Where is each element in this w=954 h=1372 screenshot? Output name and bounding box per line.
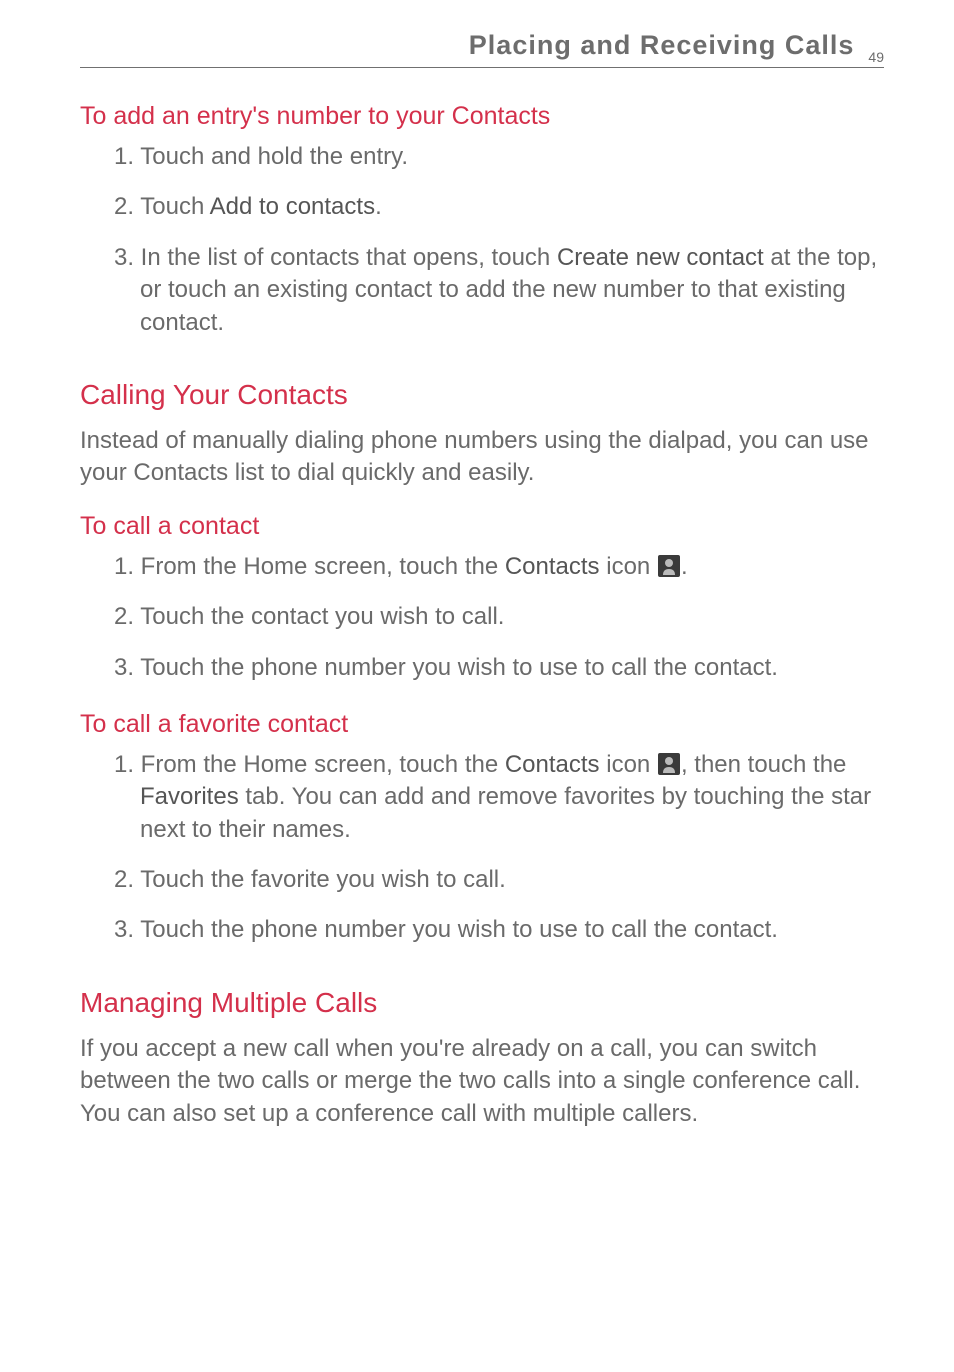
page-content: Placing and Receiving Calls 49 To add an… [0,0,954,1212]
bold-favorites: Favorites [140,783,239,810]
add-entry-step-2: 2. Touch Add to contacts. [80,191,884,223]
add-entry-step-3: 3. In the list of contacts that opens, t… [80,242,884,339]
page-header: Placing and Receiving Calls 49 [80,30,884,68]
to-call-step-2: 2. Touch the contact you wish to call. [80,601,884,633]
bold-add-to-contacts: Add to contacts [210,193,375,220]
section-heading-managing-calls: Managing Multiple Calls [80,987,884,1019]
page-number: 49 [868,49,884,65]
header-title: Placing and Receiving Calls [469,30,855,61]
bold-create-new-contact: Create new contact [557,244,764,271]
contacts-icon [658,555,680,577]
to-call-fav-step-2: 2. Touch the favorite you wish to call. [80,864,884,896]
bold-contacts-2: Contacts [505,751,600,778]
bold-contacts-1: Contacts [505,553,600,580]
contacts-icon [658,753,680,775]
to-call-step-3: 3. Touch the phone number you wish to us… [80,652,884,684]
sub-heading-add-entry: To add an entry's number to your Contact… [80,102,884,131]
managing-calls-intro: If you accept a new call when you're alr… [80,1033,884,1130]
sub-heading-to-call-contact: To call a contact [80,512,884,541]
section-heading-calling-contacts: Calling Your Contacts [80,379,884,411]
sub-heading-to-call-favorite: To call a favorite contact [80,710,884,739]
calling-contacts-intro: Instead of manually dialing phone number… [80,425,884,490]
to-call-step-1: 1. From the Home screen, touch the Conta… [80,551,884,583]
to-call-fav-step-1: 1. From the Home screen, touch the Conta… [80,749,884,846]
add-entry-step-1: 1. Touch and hold the entry. [80,141,884,173]
to-call-fav-step-3: 3. Touch the phone number you wish to us… [80,914,884,946]
